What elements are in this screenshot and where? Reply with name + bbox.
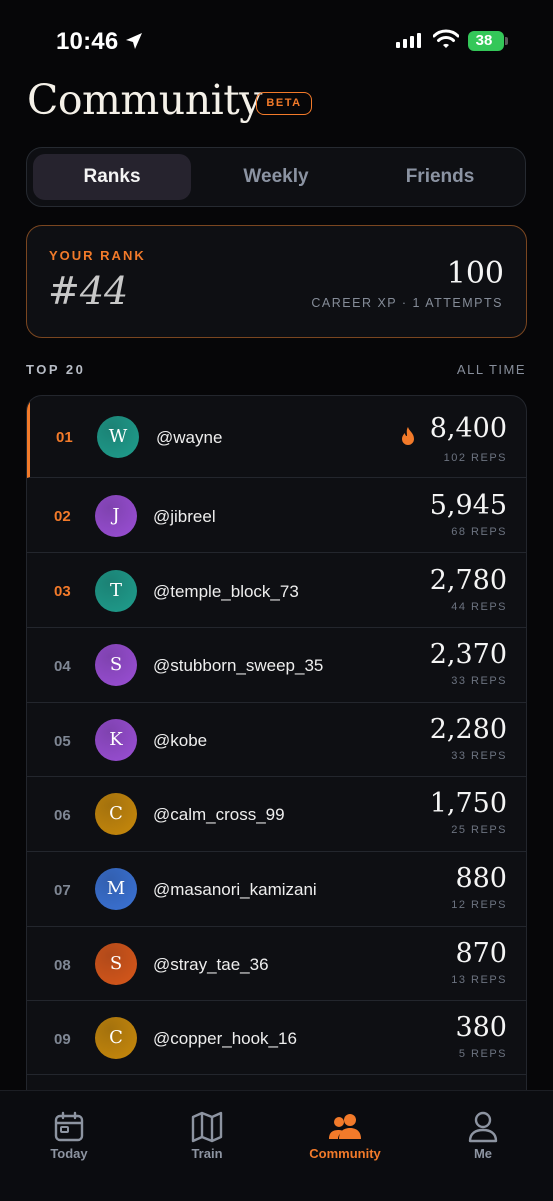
flame-icon — [402, 427, 414, 445]
avatar: K — [95, 719, 137, 761]
nav-today[interactable]: Today — [0, 1091, 138, 1201]
nav-label: Train — [191, 1146, 223, 1161]
leaderboard-row[interactable]: 02 J @jibreel 5,945 68 REPS — [27, 478, 526, 553]
row-score: 1,750 — [429, 788, 507, 819]
row-reps: 13 REPS — [451, 974, 507, 986]
row-score: 8,400 — [429, 413, 507, 444]
row-rank: 01 — [56, 429, 73, 446]
row-score: 870 — [455, 938, 507, 969]
row-reps: 25 REPS — [451, 824, 507, 836]
nav-community[interactable]: Community — [276, 1091, 414, 1201]
leaderboard-row[interactable]: 08 S @stray_tae_36 870 13 REPS — [27, 927, 526, 1001]
row-score: 2,370 — [429, 639, 507, 670]
row-handle: @temple_block_73 — [153, 582, 299, 601]
row-score: 5,945 — [429, 490, 507, 521]
career-xp-value: 100 — [446, 256, 504, 291]
cellular-signal-icon — [396, 33, 421, 48]
nav-label: Me — [473, 1146, 493, 1161]
row-reps: 68 REPS — [451, 526, 507, 538]
your-rank-card[interactable]: YOUR RANK #44 100 CAREER XP · 1 ATTEMPTS — [26, 225, 527, 338]
row-score: 2,280 — [429, 714, 507, 745]
avatar: S — [95, 943, 137, 985]
location-arrow-icon — [126, 33, 142, 49]
your-rank-value: #44 — [48, 269, 129, 313]
row-rank: 05 — [54, 733, 71, 750]
leaderboard-row[interactable]: 04 S @stubborn_sweep_35 2,370 33 REPS — [27, 628, 526, 703]
nav-label: Community — [309, 1146, 381, 1161]
row-handle: @jibreel — [153, 507, 216, 526]
row-reps: 44 REPS — [451, 601, 507, 613]
nav-me[interactable]: Me — [414, 1091, 552, 1201]
career-xp-subtitle: CAREER XP · 1 ATTEMPTS — [311, 296, 503, 310]
avatar: C — [95, 793, 137, 835]
leaderboard-row[interactable]: 07 M @masanori_kamizani 880 12 REPS — [27, 852, 526, 927]
segmented-tabs: Ranks Weekly Friends — [26, 147, 526, 207]
leaderboard-row[interactable]: 06 C @calm_cross_99 1,750 25 REPS — [27, 777, 526, 852]
row-reps: 102 REPS — [443, 452, 507, 464]
row-score: 380 — [455, 1012, 507, 1043]
your-rank-label: YOUR RANK — [49, 248, 146, 263]
row-rank: 03 — [54, 583, 71, 600]
row-rank: 07 — [54, 882, 71, 899]
row-handle: @copper_hook_16 — [153, 1029, 297, 1048]
map-icon — [191, 1111, 223, 1143]
beta-badge: BETA — [256, 92, 312, 115]
battery-icon: 38 — [468, 31, 504, 51]
avatar: W — [97, 416, 139, 458]
row-handle: @wayne — [156, 428, 223, 447]
person-icon — [468, 1111, 498, 1143]
avatar: T — [95, 570, 137, 612]
leaderboard-row[interactable]: 05 K @kobe 2,280 33 REPS — [27, 703, 526, 777]
row-rank: 04 — [54, 658, 71, 675]
tab-friends[interactable]: Friends — [361, 154, 519, 200]
wifi-icon — [433, 29, 459, 48]
row-rank: 08 — [54, 957, 71, 974]
row-handle: @stray_tae_36 — [153, 955, 269, 974]
leaderboard-row[interactable]: 09 C @copper_hook_16 380 5 REPS — [27, 1001, 526, 1075]
time-filter[interactable]: ALL TIME — [457, 362, 526, 377]
row-handle: @masanori_kamizani — [153, 880, 317, 899]
row-reps: 5 REPS — [458, 1048, 507, 1060]
leaderboard-list: 01 W @wayne 8,400 102 REPS 02 J @jibreel… — [26, 395, 527, 1115]
row-rank: 02 — [54, 508, 71, 525]
row-score: 2,780 — [429, 565, 507, 596]
calendar-icon — [54, 1111, 84, 1142]
nav-train[interactable]: Train — [138, 1091, 276, 1201]
bottom-tab-bar: Today Train Community Me — [0, 1090, 553, 1201]
row-rank: 09 — [54, 1031, 71, 1048]
status-bar: 10:46 38 — [0, 0, 553, 84]
battery-level: 38 — [475, 32, 493, 49]
nav-label: Today — [50, 1146, 88, 1161]
avatar: S — [95, 644, 137, 686]
battery-cap — [505, 37, 508, 45]
tab-weekly[interactable]: Weekly — [197, 154, 355, 200]
status-time: 10:46 — [56, 28, 119, 55]
row-reps: 33 REPS — [451, 675, 507, 687]
row-rank: 06 — [54, 807, 71, 824]
avatar: J — [95, 495, 137, 537]
leaderboard-title: TOP 20 — [26, 362, 86, 377]
page-title: Community — [27, 76, 262, 124]
tab-ranks[interactable]: Ranks — [33, 154, 191, 200]
row-handle: @calm_cross_99 — [153, 805, 285, 824]
row-handle: @stubborn_sweep_35 — [153, 656, 324, 675]
row-score: 880 — [455, 863, 507, 894]
leaderboard-row[interactable]: 01 W @wayne 8,400 102 REPS — [27, 396, 526, 478]
leaderboard-row[interactable]: 03 T @temple_block_73 2,780 44 REPS — [27, 553, 526, 628]
row-reps: 33 REPS — [451, 750, 507, 762]
avatar: C — [95, 1017, 137, 1059]
row-handle: @kobe — [153, 731, 208, 750]
community-icon — [329, 1114, 361, 1139]
avatar: M — [95, 868, 137, 910]
row-reps: 12 REPS — [451, 899, 507, 911]
